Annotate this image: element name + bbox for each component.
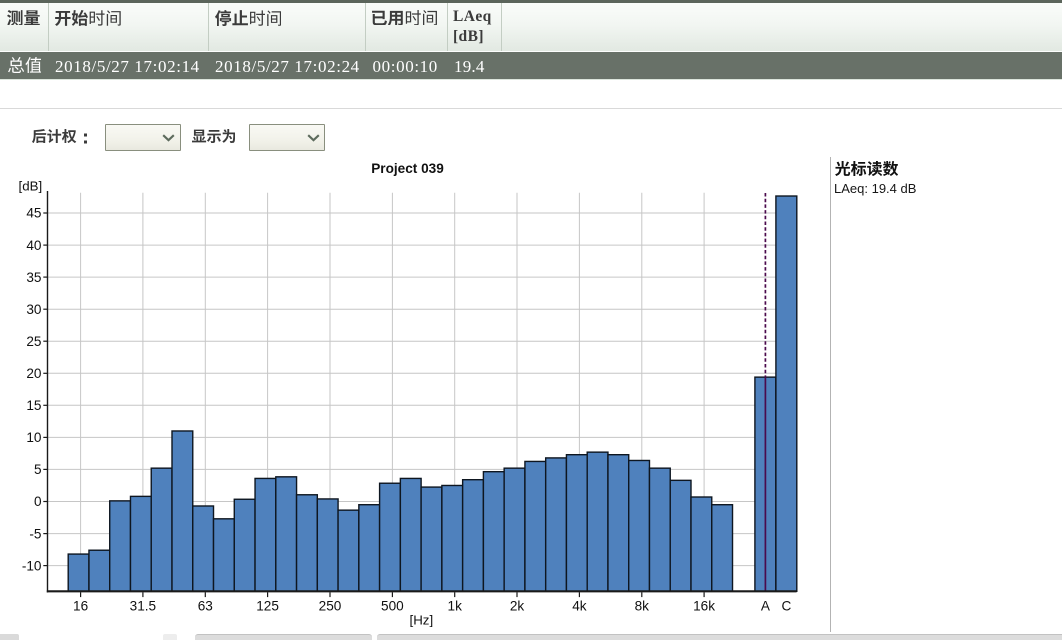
svg-text:4k: 4k bbox=[572, 598, 587, 613]
svg-text:-5: -5 bbox=[29, 526, 41, 541]
svg-text:40: 40 bbox=[26, 238, 42, 253]
svg-text:8k: 8k bbox=[635, 598, 650, 613]
svg-text:16k: 16k bbox=[693, 598, 715, 613]
svg-text:30: 30 bbox=[26, 302, 42, 317]
svg-text:250: 250 bbox=[319, 598, 342, 613]
svg-text:-10: -10 bbox=[22, 558, 42, 573]
svg-text:1k: 1k bbox=[448, 598, 463, 613]
svg-text:Project 039: Project 039 bbox=[371, 161, 444, 176]
svg-text:20: 20 bbox=[26, 366, 42, 381]
svg-text:125: 125 bbox=[256, 598, 279, 613]
svg-text:500: 500 bbox=[381, 598, 404, 613]
svg-text:15: 15 bbox=[26, 398, 41, 413]
svg-text:0: 0 bbox=[34, 494, 42, 509]
svg-text:5: 5 bbox=[34, 462, 42, 477]
svg-text:25: 25 bbox=[26, 334, 41, 349]
svg-text:35: 35 bbox=[26, 270, 41, 285]
svg-text:2k: 2k bbox=[510, 598, 525, 613]
svg-text:16: 16 bbox=[73, 598, 88, 613]
svg-text:[Hz]: [Hz] bbox=[410, 613, 434, 628]
svg-text:45: 45 bbox=[26, 206, 41, 221]
svg-text:31.5: 31.5 bbox=[130, 598, 156, 613]
svg-text:10: 10 bbox=[26, 430, 42, 445]
svg-text:A: A bbox=[761, 598, 771, 613]
svg-text:63: 63 bbox=[198, 598, 213, 613]
svg-text:[dB]: [dB] bbox=[19, 179, 43, 194]
svg-text:C: C bbox=[781, 598, 791, 613]
